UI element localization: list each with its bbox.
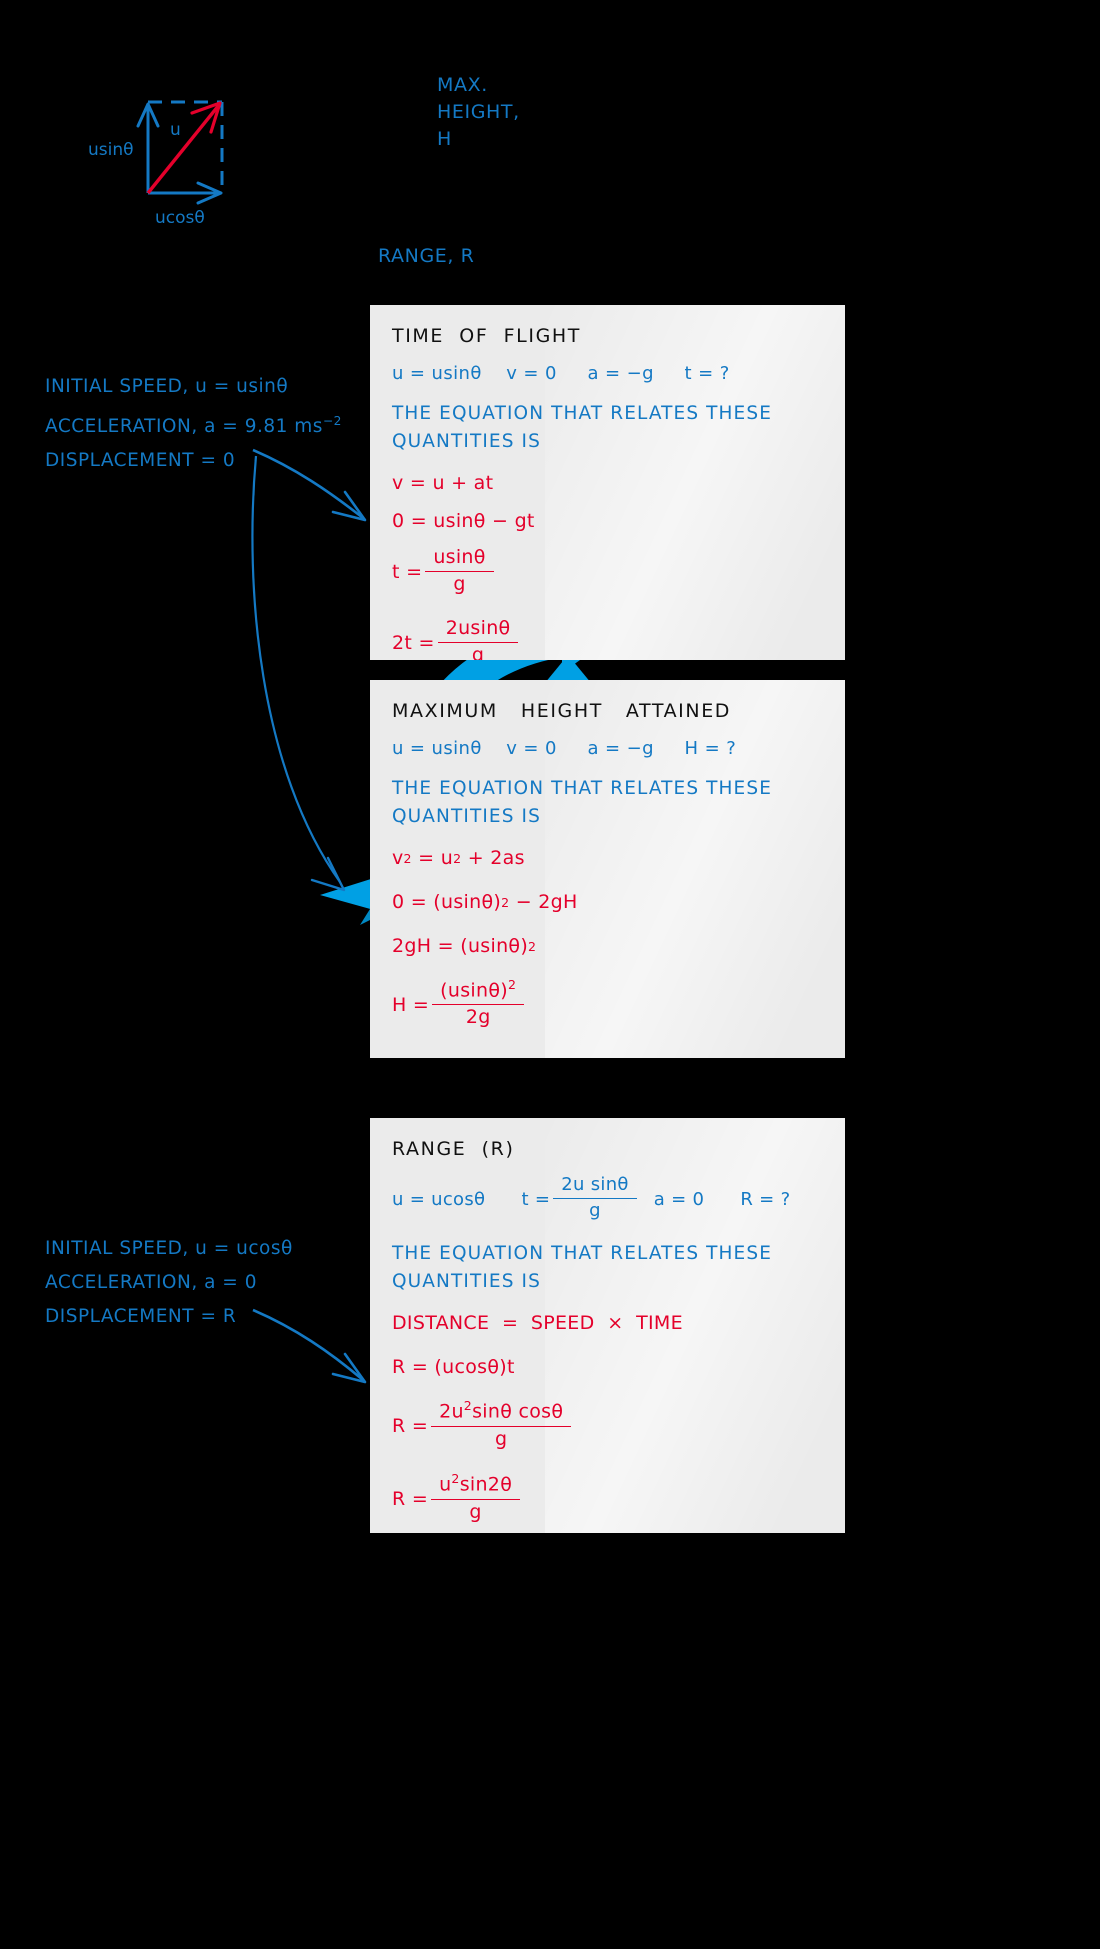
range-eq2-text: R = (ucosθ)t (392, 1356, 515, 1379)
range-panel-givens: u = ucosθ t = 2u sinθ g a = 0 R = ? (392, 1174, 823, 1222)
range-eq3-fraction: 2u2sinθ cosθ g (431, 1398, 572, 1450)
range-givens-denominator: g (589, 1199, 601, 1221)
range-equation-3: R = 2u2sinθ cosθ g (392, 1398, 823, 1451)
time-eq2-text: 0 = usinθ − gt (392, 510, 535, 532)
height-eq2-a: 0 = (usinθ) (392, 891, 502, 913)
height-equation-3: 2gH = (usinθ) 2 (392, 935, 823, 957)
range-givens-a: u = ucosθ t = (392, 1188, 551, 1210)
height-eq4-lhs: H = (392, 993, 430, 1016)
range-equation-4: R = u2sin2θ g (392, 1471, 823, 1524)
range-givens-b: a = 0 R = ? (653, 1188, 791, 1210)
time-eq3-lhs: t = (392, 561, 423, 584)
height-eq3-sup: 2 (528, 938, 537, 954)
panel-range: RANGE (R) u = ucosθ t = 2u sinθ g a = 0 … (370, 1118, 845, 1533)
range-eq3-lhs: R = (392, 1414, 429, 1437)
height-eq4-num-base: (usinθ) (440, 979, 508, 1002)
range-eq3-numerator: 2u2sinθ cosθ (431, 1398, 572, 1427)
height-equation-1: v2 = u2 + 2as (392, 847, 823, 869)
time-eq4-numerator: 2usinθ (437, 617, 519, 643)
range-eq4-fraction: u2sin2θ g (431, 1471, 521, 1523)
time-eq3-fraction: usinθ g (425, 546, 494, 596)
arrow-conditions-to-range-panel (235, 1300, 385, 1400)
time-eq4-denominator: g (471, 643, 485, 660)
height-panel-title: MAXIMUM HEIGHT ATTAINED (392, 700, 732, 722)
vertical-acceleration-text: ACCELERATION, a = 9.81 ms (45, 416, 323, 438)
max-height-annotation: MAX. HEIGHT, H (437, 74, 520, 150)
height-eq4-fraction: (usinθ)2 2g (432, 977, 525, 1029)
range-eq4-num-sup: 2 (451, 1471, 460, 1487)
horizontal-initial-speed: INITIAL SPEED, u = ucosθ (45, 1238, 293, 1259)
range-equation-1: DISTANCE = SPEED × TIME (392, 1312, 823, 1334)
range-eq1-text: DISTANCE = SPEED × TIME (392, 1312, 683, 1335)
panel-time-of-flight: TIME OF FLIGHT u = usinθ v = 0 a = −g t … (370, 305, 845, 660)
vertical-initial-speed: INITIAL SPEED, u = usinθ (45, 376, 289, 397)
range-eq4-num-a: u (439, 1473, 452, 1496)
range-panel-title: RANGE (R) (392, 1138, 515, 1160)
range-panel-statement: THE EQUATION THAT RELATES THESE QUANTITI… (392, 1243, 772, 1293)
label-u: u (170, 120, 181, 140)
velocity-vector-diagram: usinθ u ucosθ (60, 80, 360, 240)
slide-canvas: usinθ u ucosθ MAX. HEIGHT, H RANGE, R IN… (0, 0, 1100, 1949)
time-eq3-numerator: usinθ (425, 546, 494, 572)
height-eq2-b: − 2gH (509, 891, 578, 913)
label-ucos-theta: ucosθ (155, 208, 205, 228)
range-eq4-lhs: R = (392, 1487, 429, 1510)
time-panel-title: TIME OF FLIGHT (392, 325, 581, 347)
range-givens-numerator: 2u sinθ (553, 1174, 637, 1199)
time-equation-2: 0 = usinθ − gt (392, 510, 823, 532)
height-equation-4: H = (usinθ)2 2g (392, 977, 823, 1030)
vertical-acceleration: ACCELERATION, a = 9.81 ms−2 (45, 404, 342, 444)
range-eq4-numerator: u2sin2θ (431, 1471, 521, 1500)
time-equation-1: v = u + at (392, 472, 823, 494)
range-eq4-num-b: sin2θ (459, 1473, 513, 1496)
horizontal-acceleration: ACCELERATION, a = 0 (45, 1272, 257, 1293)
height-eq4-denominator: 2g (465, 1006, 491, 1029)
time-equation-4: 2t = 2usinθ g (392, 617, 823, 660)
range-equation-2: R = (ucosθ)t (392, 1356, 823, 1378)
height-eq1-b: = u (411, 847, 454, 869)
range-annotation: RANGE, R (378, 245, 475, 267)
resultant-velocity-arrow (146, 103, 221, 195)
height-eq4-num-sup: 2 (507, 977, 517, 992)
height-eq1-a: v (392, 847, 404, 869)
height-eq1-sup1: 2 (403, 850, 412, 866)
height-panel-givens: u = usinθ v = 0 a = −g H = ? (392, 738, 737, 759)
vertical-acceleration-exponent: −2 (322, 414, 342, 428)
range-givens-fraction: 2u sinθ g (553, 1174, 637, 1221)
range-eq3-num-sup: 2 (463, 1398, 473, 1414)
time-panel-givens: u = usinθ v = 0 a = −g t = ? (392, 363, 730, 384)
height-equation-2: 0 = (usinθ) 2 − 2gH (392, 891, 823, 913)
height-eq1-sup2: 2 (453, 850, 462, 866)
height-eq4-numerator: (usinθ)2 (432, 977, 525, 1006)
panel-maximum-height: MAXIMUM HEIGHT ATTAINED u = usinθ v = 0 … (370, 680, 845, 1058)
height-eq1-c: + 2as (461, 847, 525, 869)
range-eq3-denominator: g (494, 1427, 508, 1450)
height-panel-statement: THE EQUATION THAT RELATES THESE QUANTITI… (392, 778, 772, 827)
range-eq3-num-a: 2u (439, 1400, 464, 1423)
time-eq3-denominator: g (453, 572, 466, 595)
label-usin-theta: usinθ (88, 140, 134, 160)
time-eq4-fraction: 2usinθ g (437, 617, 519, 660)
time-panel-statement: THE EQUATION THAT RELATES THESE QUANTITI… (392, 403, 772, 452)
range-eq4-denominator: g (469, 1500, 482, 1523)
time-eq4-lhs: 2t = (392, 632, 435, 655)
height-eq3-a: 2gH = (usinθ) (392, 935, 529, 957)
range-eq3-num-b: sinθ cosθ (472, 1400, 564, 1423)
height-eq2-sup: 2 (501, 894, 510, 910)
time-eq1-text: v = u + at (392, 472, 494, 494)
time-equation-3: t = usinθ g (392, 546, 823, 597)
